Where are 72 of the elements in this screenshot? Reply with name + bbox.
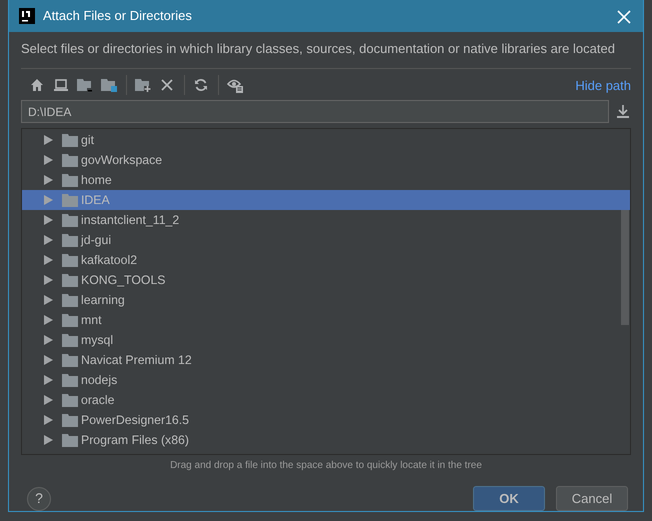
tree-item[interactable]: nodejs (22, 370, 630, 390)
folder-icon (62, 334, 78, 347)
expand-arrow-icon[interactable] (44, 255, 53, 266)
folder-icon (62, 194, 78, 207)
folder-name: Program Files (x86) (81, 432, 189, 450)
expand-arrow-icon[interactable] (44, 155, 53, 166)
expand-arrow-icon[interactable] (44, 315, 53, 326)
tree-item[interactable]: instantclient_11_2 (22, 210, 630, 230)
path-field[interactable]: D:\IDEA (21, 100, 609, 124)
folder-icon (62, 154, 78, 167)
folder-icon (62, 174, 78, 187)
app-logo-icon (19, 8, 35, 24)
tree-item[interactable]: jd-gui (22, 230, 630, 250)
tree-item[interactable]: Program Files (x86) (22, 430, 630, 450)
expand-arrow-icon[interactable] (44, 135, 53, 146)
hide-path-link[interactable]: Hide path (575, 76, 631, 96)
folder-name: Navicat Premium 12 (81, 352, 192, 370)
scrollbar-thumb[interactable] (621, 210, 629, 326)
folder-name: learning (81, 292, 125, 310)
folder-name: IDEA (81, 192, 110, 210)
folder-name: instantclient_11_2 (81, 212, 180, 230)
ok-button[interactable]: OK (473, 486, 545, 511)
folder-icon (62, 274, 78, 287)
tree-item[interactable]: PowerDesigner16.5 (22, 410, 630, 430)
tree-item[interactable]: mnt (22, 310, 630, 330)
expand-arrow-icon[interactable] (44, 395, 53, 406)
folder-icon (62, 214, 78, 227)
folder-name: kafkatool2 (81, 252, 138, 270)
folder-name: govWorkspace (81, 152, 162, 170)
folder-name: mysql (81, 332, 114, 350)
folder-name: home (81, 172, 112, 190)
tree-item[interactable]: learning (22, 290, 630, 310)
folder-icon (62, 254, 78, 267)
expand-arrow-icon[interactable] (44, 295, 53, 306)
folder-name: PowerDesigner16.5 (81, 412, 190, 430)
folder-icon (62, 434, 78, 447)
expand-arrow-icon[interactable] (44, 375, 53, 386)
folder-name: jd-gui (81, 232, 112, 250)
folder-icon (62, 394, 78, 407)
expand-arrow-icon[interactable] (44, 215, 53, 226)
expand-arrow-icon[interactable] (44, 335, 53, 346)
tree-item[interactable]: Navicat Premium 12 (22, 350, 630, 370)
folder-name: oracle (81, 392, 114, 410)
expand-arrow-icon[interactable] (44, 355, 53, 366)
tree-item[interactable]: KONG_TOOLS (22, 270, 630, 290)
expand-arrow-icon[interactable] (44, 175, 53, 186)
folder-icon (62, 134, 78, 147)
window-title: Attach Files or Directories (43, 7, 192, 26)
tree-item[interactable]: home (22, 170, 630, 190)
folder-name: git (81, 132, 94, 150)
expand-arrow-icon[interactable] (44, 435, 53, 446)
description-text: Select files or directories in which library classes, sources, documentation or native libraries are located (21, 40, 615, 56)
folder-icon (62, 354, 78, 367)
expand-arrow-icon[interactable] (44, 275, 53, 286)
hint-text: Drag and drop a file into the space above to quickly locate it in the tree (170, 460, 482, 471)
folder-name: KONG_TOOLS (81, 272, 166, 290)
folder-name: mnt (81, 312, 102, 330)
folder-icon (62, 374, 78, 387)
folder-icon (62, 414, 78, 427)
expand-arrow-icon[interactable] (44, 235, 53, 246)
cancel-button[interactable]: Cancel (556, 486, 628, 511)
expand-arrow-icon[interactable] (44, 415, 53, 426)
tree-item[interactable]: mysql (22, 330, 630, 350)
tree-item[interactable]: git (22, 130, 630, 150)
tree-item[interactable]: govWorkspace (22, 150, 630, 170)
folder-icon (62, 294, 78, 307)
tree-item[interactable]: kafkatool2 (22, 250, 630, 270)
tree-item[interactable]: oracle (22, 390, 630, 410)
help-button[interactable]: ? (27, 486, 51, 510)
folder-icon (62, 234, 78, 247)
folder-icon (62, 314, 78, 327)
folder-name: nodejs (81, 372, 118, 390)
